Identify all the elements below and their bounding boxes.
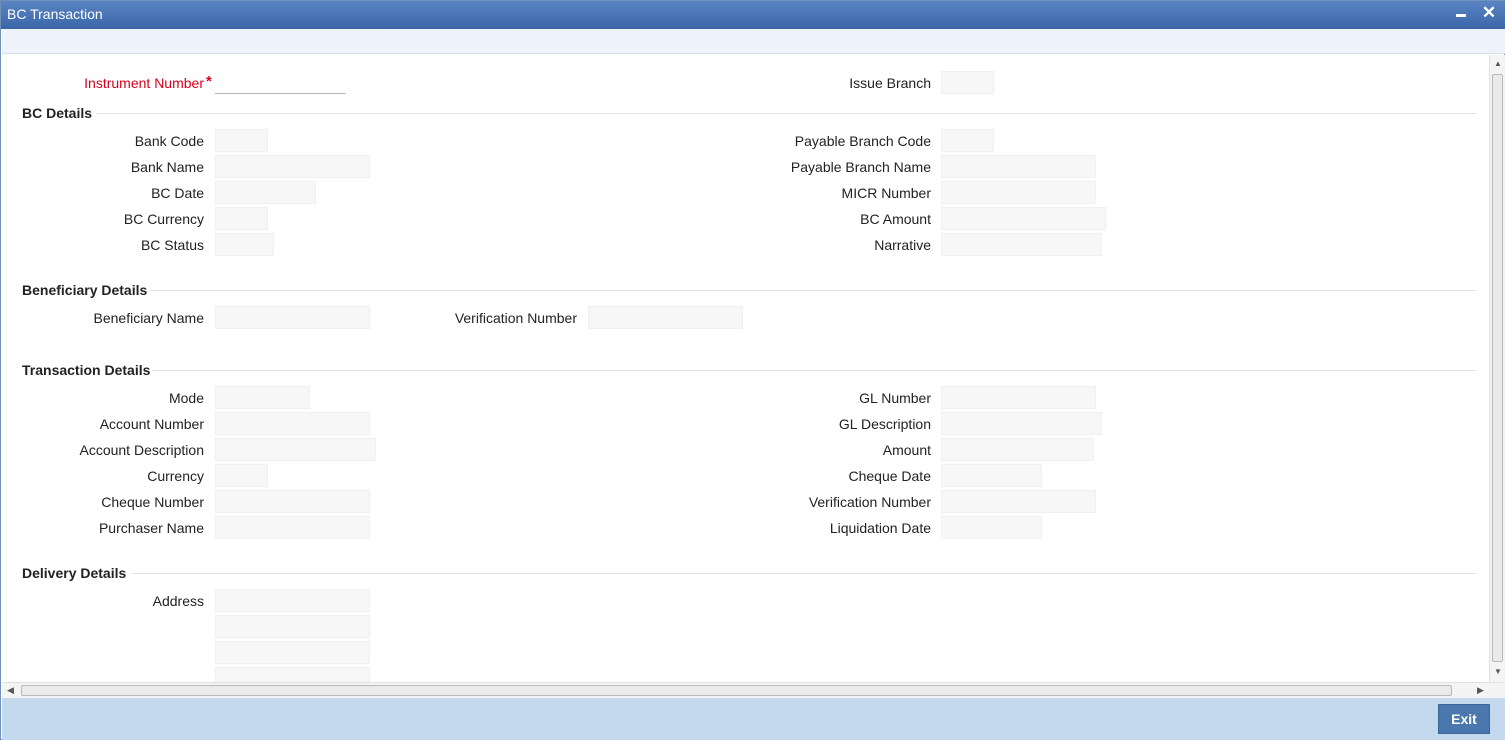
- scroll-up-arrow-icon[interactable]: ▲: [1494, 59, 1502, 68]
- section-divider: [132, 573, 1476, 574]
- section-divider: [96, 113, 1476, 114]
- account-description-field[interactable]: [215, 438, 376, 461]
- beneficiary-name-field[interactable]: [215, 306, 370, 329]
- scroll-right-arrow-icon[interactable]: ▶: [1477, 685, 1484, 696]
- footer-bar: Exit: [2, 698, 1505, 740]
- narrative-label: Narrative: [874, 237, 931, 253]
- bc-date-field[interactable]: [215, 181, 316, 204]
- liquidation-date-field[interactable]: [941, 516, 1042, 539]
- beneficiary-details-heading: Beneficiary Details: [22, 282, 148, 298]
- address-line-2-field[interactable]: [215, 615, 370, 638]
- instrument-number-label: Instrument Number: [84, 75, 204, 91]
- amount-field[interactable]: [941, 438, 1094, 461]
- micr-number-field[interactable]: [941, 181, 1096, 204]
- address-line-3-field[interactable]: [215, 641, 370, 664]
- liquidation-date-label: Liquidation Date: [829, 520, 931, 536]
- currency-field[interactable]: [215, 464, 268, 487]
- form-content: Instrument Number * Issue Branch BC Deta…: [2, 55, 1489, 682]
- cheque-number-field[interactable]: [215, 490, 370, 513]
- bc-status-field[interactable]: [215, 233, 274, 256]
- purchaser-name-label: Purchaser Name: [98, 520, 204, 536]
- amount-label: Amount: [882, 442, 931, 458]
- bc-transaction-window: BC Transaction ✕ Instrument Number * Iss…: [0, 0, 1505, 740]
- payable-branch-name-label: Payable Branch Name: [790, 159, 931, 175]
- title-bar[interactable]: BC Transaction ✕: [1, 1, 1505, 29]
- address-line-1-field[interactable]: [215, 589, 370, 612]
- payable-branch-name-field[interactable]: [941, 155, 1096, 178]
- account-number-label: Account Number: [99, 416, 204, 432]
- currency-label: Currency: [147, 468, 204, 484]
- payable-branch-code-label: Payable Branch Code: [794, 133, 931, 149]
- bank-name-label: Bank Name: [130, 159, 204, 175]
- transaction-details-heading: Transaction Details: [22, 362, 151, 378]
- instrument-number-input[interactable]: [215, 71, 346, 94]
- bc-amount-field[interactable]: [941, 207, 1106, 230]
- horizontal-scrollbar[interactable]: ◀ ▶: [2, 682, 1505, 698]
- narrative-field[interactable]: [941, 233, 1102, 256]
- vertical-scrollbar[interactable]: ▲ ▼: [1489, 55, 1505, 682]
- bc-date-label: BC Date: [151, 185, 204, 201]
- beneficiary-name-label: Beneficiary Name: [93, 310, 205, 326]
- mode-label: Mode: [168, 390, 204, 406]
- section-divider: [150, 290, 1476, 291]
- minimize-icon[interactable]: [1451, 4, 1471, 24]
- account-number-field[interactable]: [215, 412, 370, 435]
- address-label: Address: [152, 593, 204, 609]
- mode-field[interactable]: [215, 386, 310, 409]
- gl-number-field[interactable]: [941, 386, 1096, 409]
- cheque-date-field[interactable]: [941, 464, 1042, 487]
- required-marker: *: [206, 73, 212, 90]
- issue-branch-label: Issue Branch: [849, 75, 931, 91]
- bc-status-label: BC Status: [140, 237, 204, 253]
- issue-branch-field[interactable]: [941, 71, 994, 94]
- gl-description-field[interactable]: [941, 412, 1102, 435]
- purchaser-name-field[interactable]: [215, 516, 370, 539]
- micr-number-label: MICR Number: [841, 185, 931, 201]
- bc-details-heading: BC Details: [22, 105, 93, 121]
- bc-currency-field[interactable]: [215, 207, 268, 230]
- bc-amount-label: BC Amount: [860, 211, 931, 227]
- gl-description-label: GL Description: [838, 416, 931, 432]
- beneficiary-verification-number-field[interactable]: [588, 306, 743, 329]
- vertical-scroll-thumb[interactable]: [1492, 74, 1503, 662]
- section-divider: [152, 370, 1476, 371]
- beneficiary-verification-number-label: Verification Number: [454, 310, 577, 326]
- transaction-verification-number-field[interactable]: [941, 490, 1096, 513]
- transaction-verification-number-label: Verification Number: [808, 494, 931, 510]
- bank-code-field[interactable]: [215, 129, 268, 152]
- payable-branch-code-field[interactable]: [941, 129, 994, 152]
- scroll-left-arrow-icon[interactable]: ◀: [7, 685, 14, 696]
- cheque-number-label: Cheque Number: [101, 494, 204, 510]
- gl-number-label: GL Number: [859, 390, 931, 406]
- delivery-details-heading: Delivery Details: [22, 565, 127, 581]
- bank-code-label: Bank Code: [134, 133, 204, 149]
- address-line-4-field[interactable]: [215, 667, 370, 682]
- window-title: BC Transaction: [7, 6, 103, 22]
- horizontal-scroll-thumb[interactable]: [21, 685, 1452, 696]
- toolbar-strip: [2, 29, 1505, 54]
- bank-name-field[interactable]: [215, 155, 370, 178]
- exit-button[interactable]: Exit: [1438, 704, 1490, 734]
- cheque-date-label: Cheque Date: [848, 468, 931, 484]
- close-icon[interactable]: ✕: [1479, 3, 1499, 23]
- account-description-label: Account Description: [79, 442, 204, 458]
- scroll-down-arrow-icon[interactable]: ▼: [1494, 667, 1502, 676]
- bc-currency-label: BC Currency: [123, 211, 204, 227]
